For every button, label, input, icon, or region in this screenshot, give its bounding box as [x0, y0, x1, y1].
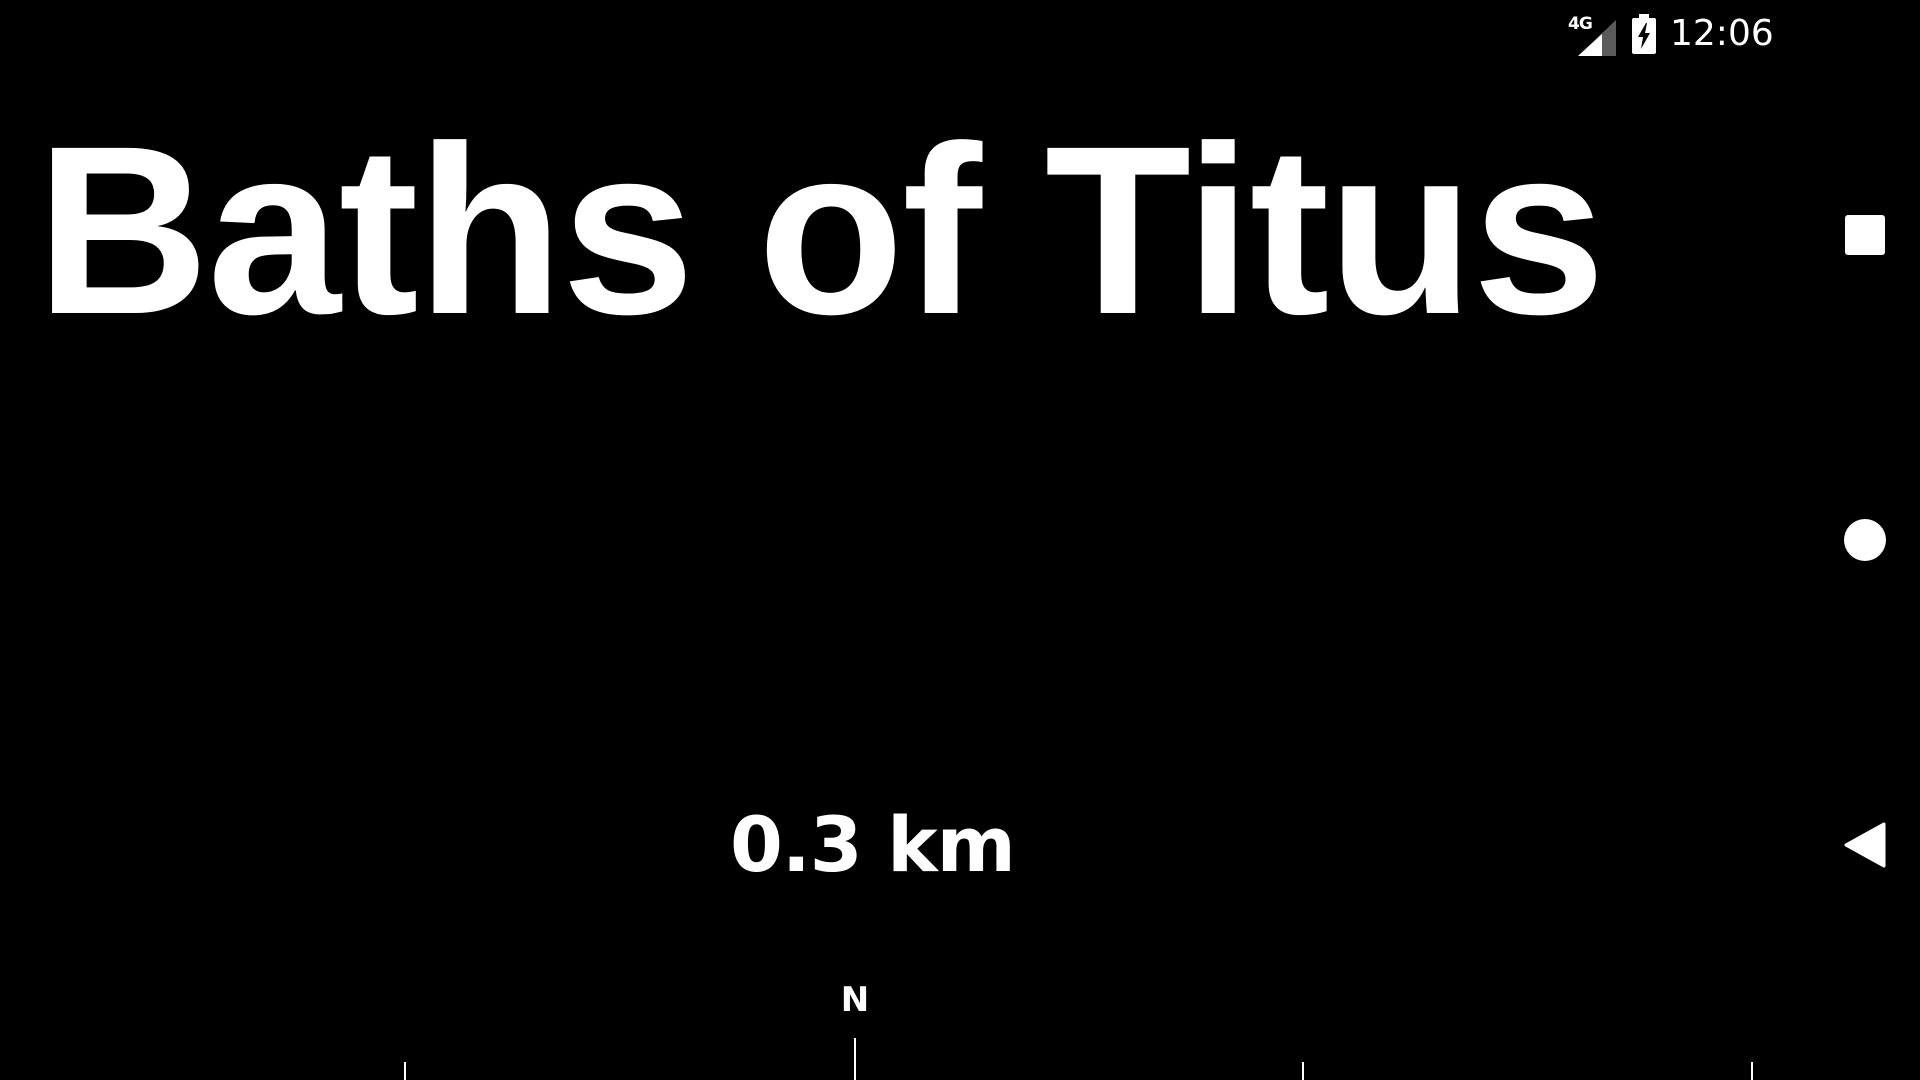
status-bar: 4G 12:06	[1560, 6, 1780, 62]
distance-readout: 0.3 km	[730, 800, 1016, 889]
compass-tick	[404, 1062, 406, 1080]
navigation-bar	[1810, 0, 1920, 1080]
screen: 4G 12:06 Baths of Titus 0.3 km N	[0, 0, 1920, 1080]
signal-icon	[1578, 20, 1616, 56]
battery-charging-icon	[1632, 14, 1656, 54]
recents-icon	[1845, 215, 1885, 255]
home-button[interactable]	[1820, 495, 1910, 585]
network-indicator: 4G	[1560, 12, 1618, 56]
status-clock: 12:06	[1670, 13, 1774, 54]
home-icon	[1844, 519, 1886, 561]
back-icon	[1844, 822, 1886, 868]
compass-north-tick	[854, 1038, 856, 1080]
place-title: Baths of Titus	[36, 96, 1606, 364]
compass-tick	[1751, 1062, 1753, 1080]
back-button[interactable]	[1820, 800, 1910, 890]
compass-tick	[1302, 1062, 1304, 1080]
compass-north-label: N	[840, 980, 870, 1020]
recents-button[interactable]	[1820, 190, 1910, 280]
